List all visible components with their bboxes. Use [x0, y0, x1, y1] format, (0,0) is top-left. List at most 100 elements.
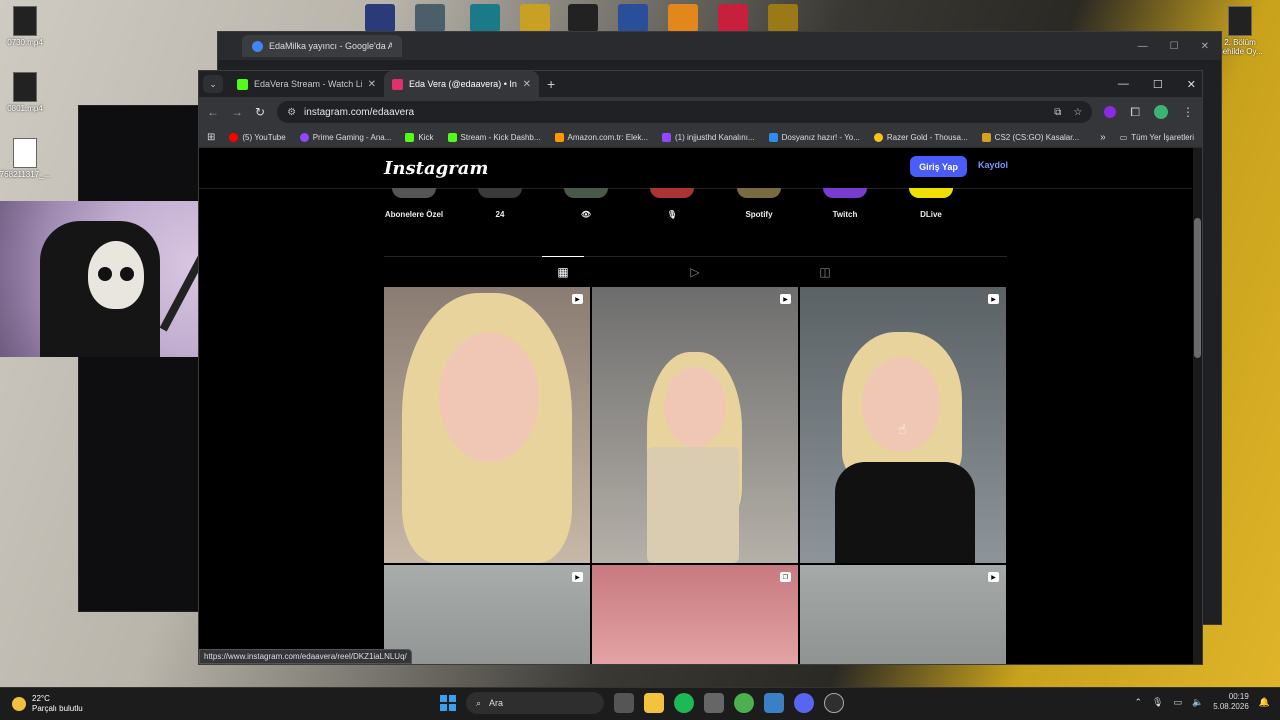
start-icon[interactable]	[440, 695, 456, 711]
desktop-icon-video-2[interactable]: 0801.mp4	[0, 72, 55, 113]
bookmark-youtube[interactable]: (5) YouTube	[229, 132, 286, 142]
extensions-puzzle-icon[interactable]: ⧠	[1130, 105, 1140, 120]
chevron-up-icon[interactable]: ⌃	[1134, 697, 1142, 708]
tab-tagged[interactable]: ◫	[804, 257, 846, 287]
weather-widget[interactable]: 22°C Parçalı bulutlu	[12, 694, 83, 713]
network-icon[interactable]: ▭	[1173, 697, 1182, 708]
highlight-label: DLive	[920, 210, 942, 219]
folder-icon: ▭	[1119, 132, 1128, 142]
game-icon[interactable]	[568, 4, 598, 32]
background-tab[interactable]: EdaMilka yayıncı - Google'da A	[242, 35, 402, 57]
clock[interactable]: 00:19 5.08.2026	[1213, 692, 1249, 713]
game-icon[interactable]	[768, 4, 798, 32]
game-icon[interactable]	[470, 4, 500, 32]
microphone-icon[interactable]: 🎙	[1152, 697, 1163, 708]
game-icon[interactable]	[718, 4, 748, 32]
close-icon[interactable]: ✕	[1201, 41, 1209, 52]
highlight-item[interactable]: 🎙	[642, 188, 702, 219]
bookmark-amazon[interactable]: Amazon.com.tr: Elek...	[554, 132, 648, 142]
kick-icon	[237, 78, 248, 90]
close-icon[interactable]: ✕	[1187, 78, 1196, 91]
bookmark-star-icon[interactable]: ☆	[1073, 107, 1082, 118]
instagram-logo[interactable]: Instagram	[384, 158, 488, 179]
game-icon[interactable]	[365, 4, 395, 32]
weather-icon	[12, 697, 26, 711]
tab-title: EdaVera Stream - Watch Live o	[254, 79, 362, 89]
highlight-item[interactable]: Abonelere Özel	[384, 188, 444, 219]
google-icon	[252, 40, 263, 52]
desktop-icon-label: 2. Bölüm Şehilde Oy...	[1217, 38, 1263, 56]
extension-icon[interactable]	[1104, 106, 1117, 118]
bookmark-kick-dashboard[interactable]: Stream - Kick Dashb...	[447, 132, 541, 142]
bookmark-kick[interactable]: Kick	[405, 132, 434, 142]
reels-icon: ▷	[690, 265, 700, 279]
apps-icon[interactable]: ⊞	[207, 132, 215, 143]
taskbar-search[interactable]: ⌕ Ara	[466, 692, 604, 714]
game-icon[interactable]	[668, 4, 698, 32]
url-text[interactable]: instagram.com/edaavera	[304, 107, 414, 118]
bookmark-razer-gold[interactable]: Razer Gold - Thousa...	[873, 132, 968, 142]
chrome-icon[interactable]	[734, 693, 754, 713]
highlight-item[interactable]: 24	[470, 188, 530, 219]
post-thumbnail[interactable]: ❐	[592, 565, 798, 664]
game-icon[interactable]	[618, 4, 648, 32]
tab-reels[interactable]: ▷	[674, 257, 716, 287]
tab-instagram[interactable]: Eda Vera (@edaavera) • Instag ✕	[384, 71, 539, 97]
close-tab-icon[interactable]: ✕	[523, 79, 531, 90]
app-icon[interactable]	[704, 693, 724, 713]
tab-kick[interactable]: EdaVera Stream - Watch Live o ✕	[229, 71, 384, 97]
all-bookmarks-folder[interactable]: ▭ Tüm Yer İşaretleri	[1120, 133, 1194, 142]
game-icon[interactable]	[520, 4, 550, 32]
address-bar[interactable]: ⚙ instagram.com/edaavera ⧉ ☆	[277, 101, 1093, 123]
highlight-cover	[823, 188, 867, 198]
kick-icon	[447, 132, 457, 142]
highlight-item[interactable]: DLive	[901, 188, 961, 219]
browser-window[interactable]: ⌄ EdaVera Stream - Watch Live o ✕ Eda Ve…	[198, 70, 1203, 665]
minimize-icon[interactable]: —	[1138, 41, 1148, 52]
profile-avatar[interactable]	[1154, 105, 1168, 119]
bookmark-twitch[interactable]: (1) injjusthd Kanalını...	[662, 132, 755, 142]
signup-link[interactable]: Kaydol	[978, 160, 1008, 170]
bookmark-download[interactable]: Dosyanız hazır! - Yo...	[768, 132, 860, 142]
tab-posts[interactable]: ▦	[542, 256, 584, 287]
site-info-icon[interactable]: ⚙	[287, 107, 296, 118]
post-thumbnail[interactable]: ▶	[384, 565, 590, 664]
highlight-item[interactable]: 👁	[556, 188, 616, 219]
post-thumbnail[interactable]: ▶	[592, 287, 798, 563]
highlight-item[interactable]: Spotify	[729, 188, 789, 219]
bookmark-cs2[interactable]: CS2 (CS:GO) Kasalar...	[981, 132, 1079, 142]
reload-icon[interactable]: ↻	[255, 105, 265, 119]
back-icon[interactable]: ←	[207, 105, 219, 119]
obs-icon[interactable]	[824, 693, 844, 713]
page-scrollbar[interactable]	[1193, 148, 1202, 664]
app-icon[interactable]	[764, 693, 784, 713]
tab-search-button[interactable]: ⌄	[203, 75, 223, 93]
bookmark-prime-gaming[interactable]: Prime Gaming - Ana...	[299, 132, 391, 142]
forward-icon[interactable]: →	[231, 105, 243, 119]
minimize-icon[interactable]: —	[1118, 78, 1129, 90]
highlight-cover	[909, 188, 953, 198]
spotify-icon[interactable]	[674, 693, 694, 713]
desktop-icon-video-1[interactable]: 0730.mp4	[0, 6, 55, 47]
file-thumbnail	[13, 138, 37, 168]
post-thumbnail[interactable]: ▶	[800, 565, 1006, 664]
new-tab-icon[interactable]: +	[547, 76, 555, 92]
maximize-icon[interactable]: ☐	[1153, 78, 1163, 91]
notification-icon[interactable]: 🔔	[1259, 697, 1270, 708]
highlight-item[interactable]: Twitch	[815, 188, 875, 219]
file-explorer-icon[interactable]	[644, 693, 664, 713]
login-button[interactable]: Giriş Yap	[910, 156, 967, 177]
maximize-icon[interactable]: ☐	[1170, 41, 1179, 52]
scrollbar-thumb[interactable]	[1194, 218, 1201, 358]
game-icon[interactable]	[415, 4, 445, 32]
task-view-icon[interactable]	[614, 693, 634, 713]
desktop-icon-file[interactable]: 768211317_...	[0, 138, 55, 179]
razer-gold-icon	[873, 132, 883, 142]
discord-icon[interactable]	[794, 693, 814, 713]
volume-icon[interactable]: 🔈	[1192, 697, 1203, 708]
close-tab-icon[interactable]: ✕	[368, 79, 376, 90]
menu-icon[interactable]: ⋮	[1182, 105, 1194, 119]
more-bookmarks-icon[interactable]: »	[1100, 132, 1106, 143]
post-thumbnail[interactable]: ▶	[384, 287, 590, 563]
install-app-icon[interactable]: ⧉	[1054, 107, 1061, 118]
